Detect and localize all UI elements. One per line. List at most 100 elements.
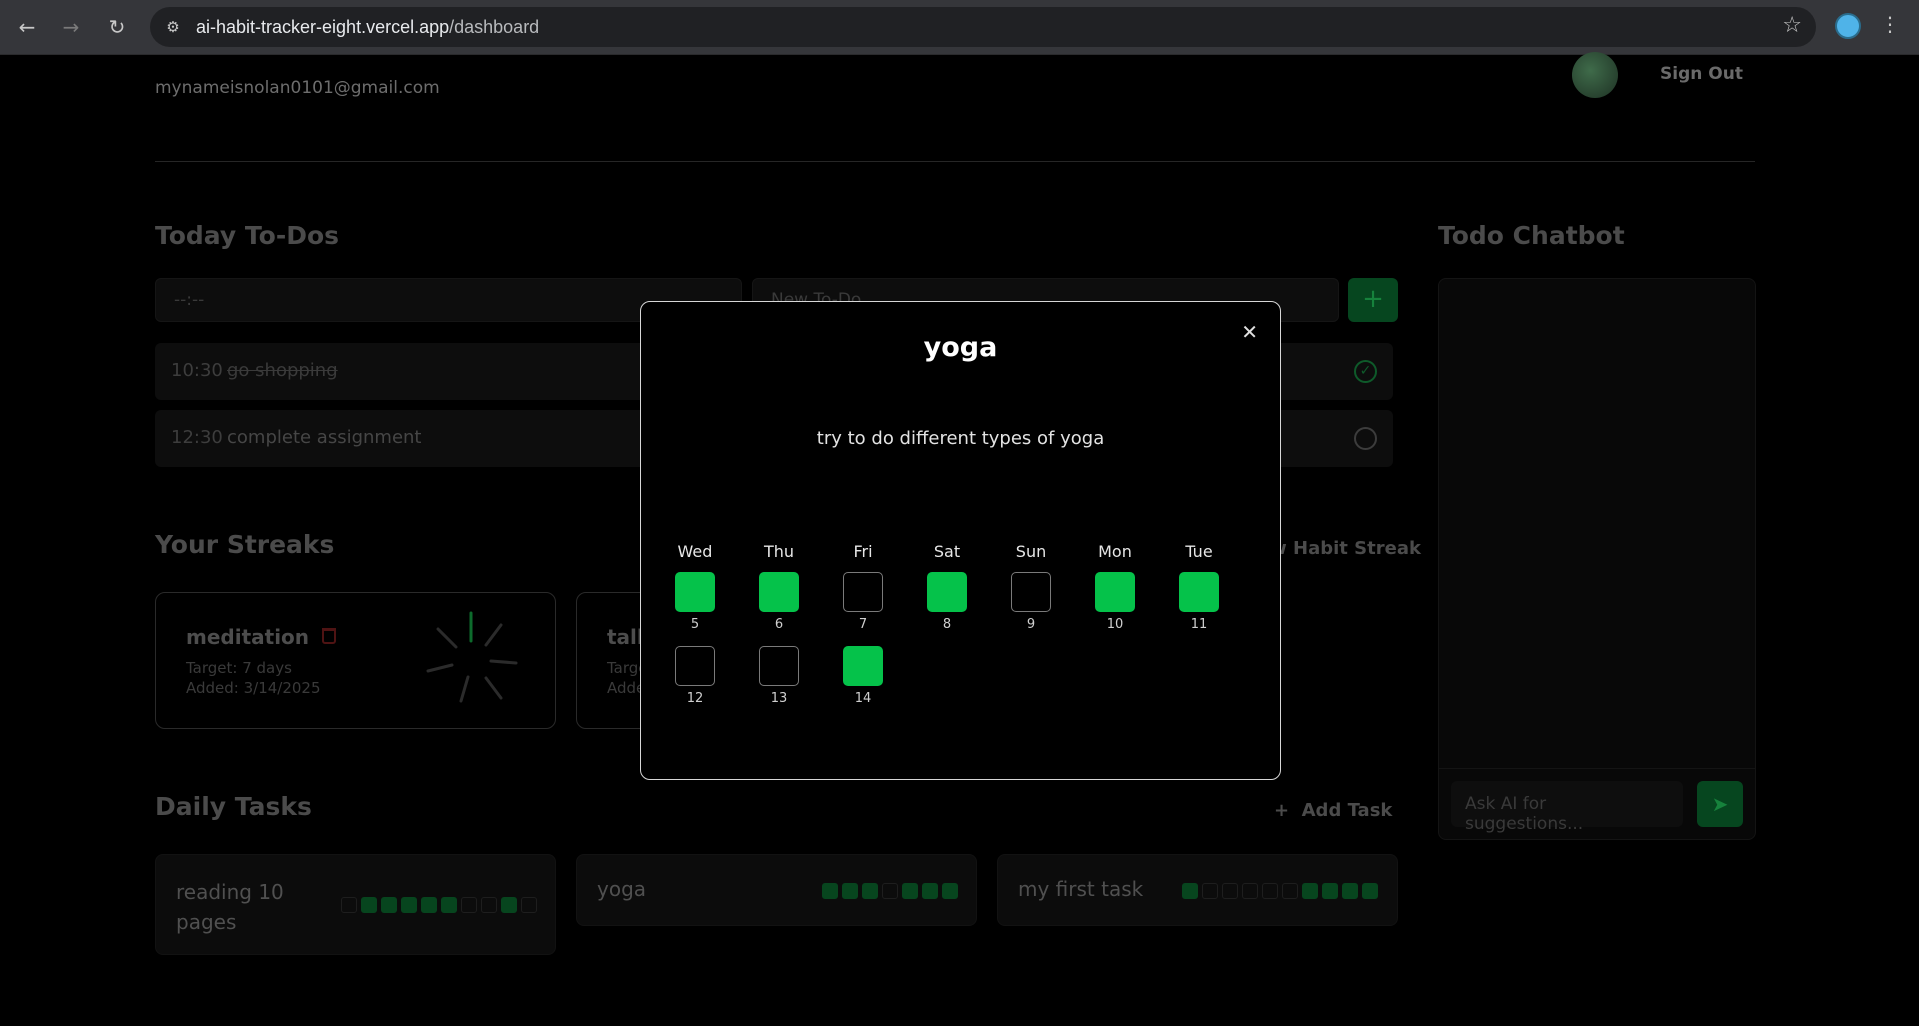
day-number: 13 [770, 691, 788, 706]
progress-dot [1302, 883, 1318, 899]
day-label: Sun [1015, 542, 1047, 561]
modal-description: try to do different types of yoga [816, 428, 1105, 449]
progress-dot [1362, 883, 1378, 899]
day-checkbox[interactable] [927, 572, 967, 612]
send-icon[interactable]: ➤ [1697, 781, 1743, 827]
back-icon[interactable]: ← [12, 12, 42, 42]
chat-input[interactable]: Ask AI for suggestions... [1451, 781, 1683, 834]
check-icon[interactable]: ✓ [1354, 360, 1377, 383]
progress-dot [922, 883, 938, 899]
day-number: 14 [854, 691, 872, 706]
reload-icon[interactable]: ↻ [102, 12, 132, 42]
browser-toolbar: ← → ↻ ⚙ ai-habit-tracker-eight.vercel.ap… [0, 0, 1919, 55]
progress-dot [521, 897, 537, 913]
progress-dot [361, 897, 377, 913]
progress-dot [441, 897, 457, 913]
add-todo-button[interactable]: + [1348, 278, 1398, 322]
day-checkbox[interactable] [1179, 572, 1219, 612]
day-checkbox[interactable] [1095, 572, 1135, 612]
divider [1439, 768, 1755, 769]
address-bar[interactable]: ⚙ ai-habit-tracker-eight.vercel.app/dash… [150, 7, 1816, 47]
modal-title: yoga [923, 332, 998, 363]
streaks-title: Your Streaks [155, 530, 335, 559]
divider [155, 161, 1755, 162]
day-number: 7 [858, 617, 868, 632]
day-checkbox[interactable] [759, 572, 799, 612]
day-number: 5 [690, 617, 700, 632]
day-label: Wed [677, 542, 713, 561]
progress-dot [882, 883, 898, 899]
day-number: 12 [686, 691, 704, 706]
streak-target: Target: 7 days [186, 659, 292, 677]
day-checkbox[interactable] [759, 646, 799, 686]
day-number: 10 [1106, 617, 1124, 632]
task-dots [822, 883, 958, 899]
daily-title: Daily Tasks [155, 792, 312, 821]
progress-dot [461, 897, 477, 913]
progress-dot [1182, 883, 1198, 899]
day-checkbox[interactable] [675, 646, 715, 686]
day-number: 6 [774, 617, 784, 632]
streak-progress-icon [426, 611, 518, 703]
profile-avatar-icon[interactable] [1835, 13, 1861, 39]
progress-dot [401, 897, 417, 913]
bookmark-star-icon[interactable]: ☆ [1782, 13, 1802, 38]
day-checkbox[interactable] [1011, 572, 1051, 612]
task-dots [1182, 883, 1378, 899]
progress-dot [1202, 883, 1218, 899]
todo-text: go shopping [227, 360, 338, 381]
progress-dot [1342, 883, 1358, 899]
streak-card[interactable]: meditation Target: 7 days Added: 3/14/20… [155, 592, 556, 729]
progress-dot [1322, 883, 1338, 899]
task-name: my first task [1018, 877, 1144, 901]
browser-menu-icon[interactable]: ⋮ [1880, 12, 1900, 36]
day-checkbox[interactable] [843, 646, 883, 686]
progress-dot [1282, 883, 1298, 899]
daily-task-card[interactable]: yoga [576, 854, 977, 926]
progress-dot [341, 897, 357, 913]
progress-dot [1262, 883, 1278, 899]
close-icon[interactable]: ✕ [1241, 320, 1258, 344]
add-task-label: Add Task [1301, 800, 1393, 821]
trash-icon[interactable] [322, 628, 336, 644]
site-info-icon[interactable]: ⚙ [162, 16, 184, 38]
chatbot-title: Todo Chatbot [1438, 221, 1625, 250]
day-checkbox[interactable] [675, 572, 715, 612]
progress-dot [822, 883, 838, 899]
chatbot-panel: Ask AI for suggestions... ➤ [1438, 278, 1756, 840]
day-checkbox[interactable] [843, 572, 883, 612]
progress-dot [501, 897, 517, 913]
todo-text: complete assignment [227, 427, 422, 448]
progress-dot [942, 883, 958, 899]
day-label: Tue [1185, 542, 1213, 561]
circle-icon[interactable] [1354, 427, 1377, 450]
streak-name: meditation [186, 625, 310, 649]
user-email: mynameisnolan0101@gmail.com [155, 78, 440, 98]
streak-added: Added: 3/14/2025 [186, 679, 321, 697]
progress-dot [421, 897, 437, 913]
url-text[interactable]: ai-habit-tracker-eight.vercel.app/dashbo… [196, 17, 539, 38]
day-label: Sat [933, 542, 961, 561]
forward-icon[interactable]: → [56, 12, 86, 42]
day-number: 9 [1026, 617, 1036, 632]
avatar[interactable] [1572, 52, 1618, 98]
daily-task-card[interactable]: my first task [997, 854, 1398, 926]
sign-out-button[interactable]: Sign Out [1660, 64, 1743, 84]
daily-task-card[interactable]: reading 10 pages [155, 854, 556, 955]
todo-time: 10:30 [171, 360, 223, 381]
task-name: reading 10 pages [176, 880, 284, 934]
progress-dot [902, 883, 918, 899]
progress-dot [481, 897, 497, 913]
day-number: 11 [1190, 617, 1208, 632]
day-label: Thu [763, 542, 795, 561]
progress-dot [1222, 883, 1238, 899]
progress-dot [862, 883, 878, 899]
day-label: Fri [853, 542, 873, 561]
progress-dot [381, 897, 397, 913]
add-task-button[interactable]: + Add Task [1274, 800, 1392, 821]
todo-time: 12:30 [171, 427, 223, 448]
habit-modal: yoga ✕ try to do different types of yoga… [640, 301, 1281, 780]
progress-dot [1242, 883, 1258, 899]
day-label: Mon [1098, 542, 1132, 561]
progress-dot [842, 883, 858, 899]
